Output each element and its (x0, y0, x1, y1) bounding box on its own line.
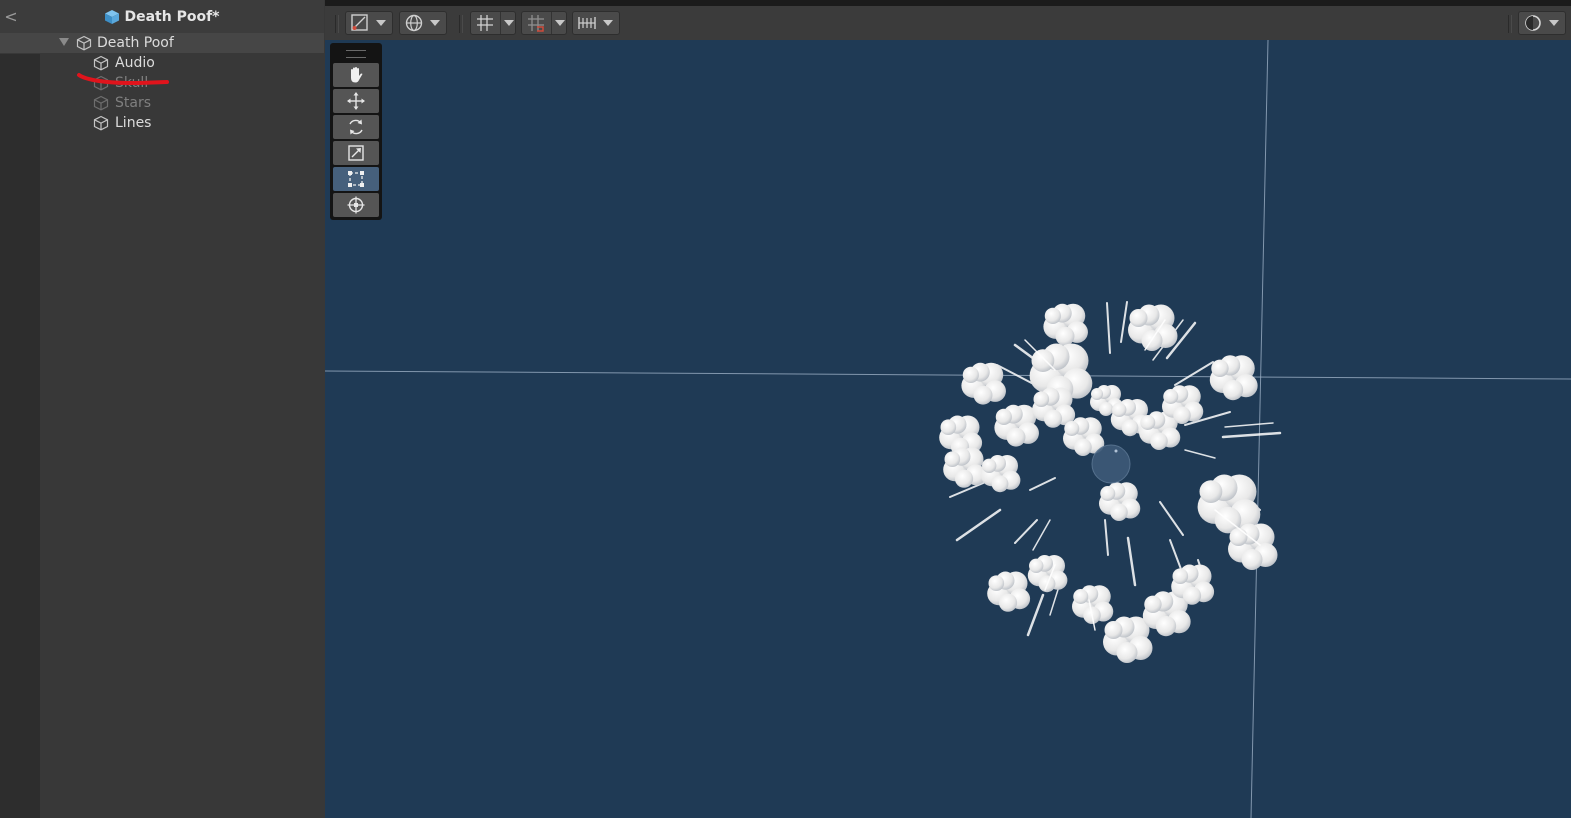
chevron-down-icon (555, 20, 565, 26)
pivot-dot (1114, 449, 1118, 453)
hierarchy-item-label: Death Poof (97, 35, 174, 51)
increment-snap-button[interactable] (521, 11, 567, 35)
gameobject-cube-icon (93, 55, 109, 71)
hierarchy-panel: < Death Poof* Death Poof Audio Skull Sta… (0, 0, 324, 818)
snap-grid-icon (528, 15, 544, 32)
prefab-title: Death Poof* (0, 0, 324, 33)
hierarchy-item-death-poof[interactable]: Death Poof (0, 33, 324, 53)
chevron-down-icon (376, 20, 386, 26)
hierarchy-item-label: Audio (115, 55, 155, 71)
gameobject-cube-icon (76, 35, 92, 51)
smoke-puffs (939, 303, 1278, 663)
globe-icon (405, 14, 423, 32)
scene-toolbar (325, 0, 1571, 40)
hierarchy-gutter (0, 54, 40, 818)
align-tools-button[interactable] (572, 11, 620, 35)
prefab-title-text: Death Poof* (124, 8, 220, 25)
scene-view[interactable] (325, 0, 1571, 818)
shading-circle-icon (1525, 15, 1541, 31)
unity-editor: < Death Poof* Death Poof Audio Skull Sta… (0, 0, 1571, 818)
toolbar-separator (1508, 15, 1512, 33)
gizmo-toggle-button[interactable] (345, 11, 393, 35)
toolbar-separator (459, 15, 463, 33)
toolbar-separator (335, 15, 339, 33)
prefab-header: < Death Poof* (0, 0, 324, 34)
chevron-down-icon (504, 20, 514, 26)
chevron-down-icon (603, 20, 613, 26)
expand-triangle-icon[interactable] (59, 38, 69, 46)
scene-canvas[interactable] (325, 40, 1571, 818)
gizmo-icon (351, 14, 368, 31)
draw-mode-button[interactable] (1518, 11, 1566, 35)
world-y-axis-line (1250, 40, 1269, 818)
gameobject-cube-icon (93, 115, 109, 131)
grid-icon (477, 15, 493, 31)
grid-snapping-button[interactable] (470, 11, 516, 35)
ruler-icon (578, 17, 596, 29)
pivot-circle[interactable] (1091, 444, 1131, 484)
prefab-cube-icon (105, 9, 120, 24)
hierarchy-item-audio[interactable]: Audio (0, 53, 324, 73)
hierarchy-item-label: Stars (115, 95, 152, 111)
chevron-down-icon (430, 20, 440, 26)
hierarchy-item-label: Lines (115, 115, 152, 131)
hierarchy-item-stars[interactable]: Stars (0, 93, 324, 113)
chevron-down-icon (1549, 20, 1559, 26)
world-x-axis-line (325, 370, 1571, 380)
gameobject-cube-icon (93, 95, 109, 111)
split-divider (551, 12, 552, 34)
hierarchy-item-lines[interactable]: Lines (0, 113, 324, 133)
global-toggle-button[interactable] (399, 11, 447, 35)
red-strikethrough-annotation (77, 73, 169, 86)
split-divider (500, 12, 501, 34)
